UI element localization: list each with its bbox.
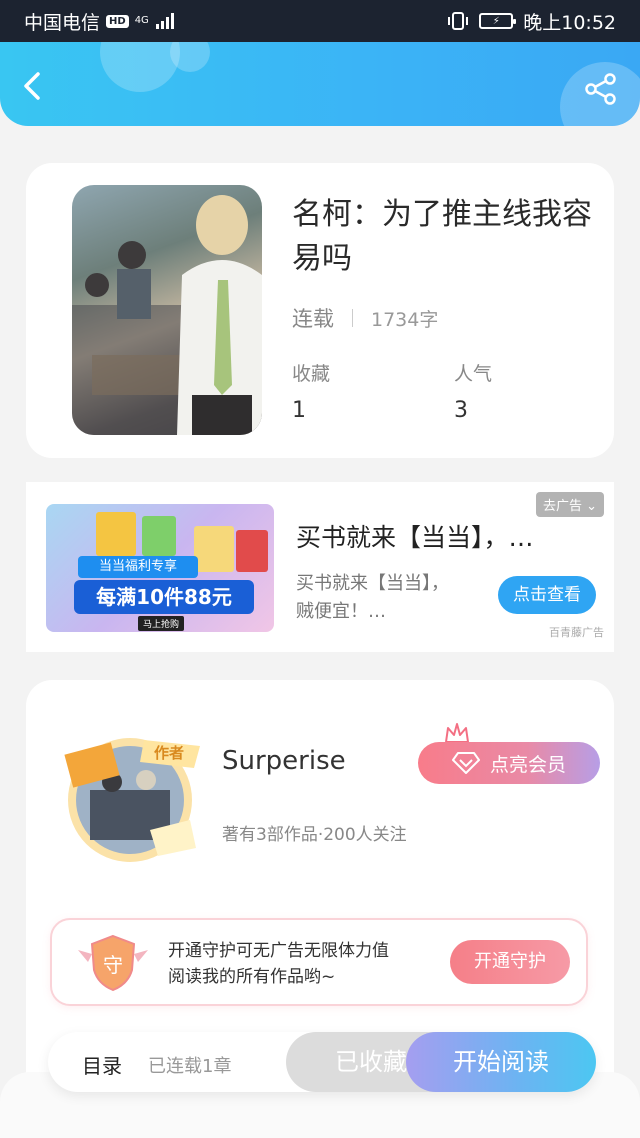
book-info-card: 名柯：为了推主线我容易吗 连载 1734字 收藏 1 人气 3 bbox=[26, 163, 614, 458]
start-reading-button[interactable]: 开始阅读 bbox=[406, 1032, 596, 1092]
guard-banner: 守 开通守护可无广告无限体力值 阅读我的所有作品哟~ 开通守护 bbox=[50, 918, 588, 1006]
stat-value: 1 bbox=[292, 398, 306, 423]
network-label: 4G bbox=[134, 15, 149, 26]
status-time: 晚上10:52 bbox=[523, 11, 616, 34]
vibrate-icon bbox=[448, 12, 469, 30]
author-badge: 作者 bbox=[154, 744, 185, 762]
author-avatar[interactable]: 作者 bbox=[50, 720, 210, 870]
stat-popularity: 人气 3 bbox=[454, 359, 492, 423]
ad-image-banner: 当当福利专享 bbox=[78, 556, 198, 578]
diamond-icon bbox=[451, 752, 480, 774]
stat-value: 3 bbox=[454, 398, 468, 423]
book-status-row: 连载 1734字 bbox=[292, 303, 438, 333]
book-cover[interactable] bbox=[72, 185, 262, 435]
guard-line-1: 开通守护可无广告无限体力值 bbox=[168, 941, 389, 961]
open-guard-button[interactable]: 开通守护 bbox=[450, 940, 570, 984]
toc-button[interactable]: 目录 bbox=[82, 1050, 122, 1079]
avatar-image bbox=[64, 738, 200, 862]
ad-image-button: 马上抢购 bbox=[138, 616, 185, 631]
word-count: 1734字 bbox=[371, 308, 439, 331]
author-meta: 著有3部作品·200人关注 bbox=[222, 825, 407, 845]
shield-icon: 守 bbox=[78, 934, 148, 992]
ad-image-promo: 每满10件88元 bbox=[74, 580, 254, 614]
back-button[interactable] bbox=[18, 70, 50, 102]
divider bbox=[352, 309, 353, 327]
book-title: 名柯：为了推主线我容易吗 bbox=[292, 197, 592, 276]
ad-title: 买书就来【当当】，… bbox=[296, 523, 534, 552]
stat-favorites: 收藏 1 bbox=[292, 359, 330, 423]
stat-label: 人气 bbox=[454, 363, 493, 385]
ad-description: 买书就来【当当】，贼便宜！… bbox=[296, 573, 449, 622]
shield-text: 守 bbox=[103, 953, 123, 977]
bottom-action-bar: 目录 已连载1章 已收藏 开始阅读 bbox=[48, 1032, 596, 1092]
guard-text: 开通守护可无广告无限体力值 阅读我的所有作品哟~ bbox=[168, 938, 389, 990]
remove-ad-label: 去广告 bbox=[542, 499, 582, 514]
ad-banner[interactable]: 当当福利专享 每满10件88元 马上抢购 买书就来【当当】，… 买书就来【当当】… bbox=[26, 482, 614, 652]
member-button-label: 点亮会员 bbox=[489, 753, 566, 776]
author-name: Surperise bbox=[222, 746, 346, 776]
signal-icon bbox=[155, 13, 174, 29]
member-button[interactable]: 点亮会员 bbox=[418, 742, 600, 784]
ad-image[interactable]: 当当福利专享 每满10件88元 马上抢购 bbox=[46, 504, 274, 632]
remove-ad-button[interactable]: 去广告 ⌄ bbox=[535, 492, 604, 517]
chevron-down-icon: ⌄ bbox=[586, 499, 597, 514]
guard-line-2: 阅读我的所有作品哟~ bbox=[168, 967, 336, 987]
status-bar: 中国电信 HD 4G ⚡ 晚上10:52 bbox=[0, 0, 640, 42]
crown-icon bbox=[445, 723, 469, 743]
serial-status: 连载 bbox=[292, 307, 334, 331]
ad-source: 百青藤广告 bbox=[549, 626, 604, 639]
carrier-label: 中国电信 bbox=[24, 11, 101, 34]
cover-illustration bbox=[72, 195, 262, 435]
chapter-count: 已连载1章 bbox=[148, 1056, 232, 1077]
share-icon[interactable] bbox=[584, 72, 618, 106]
header bbox=[0, 42, 640, 126]
stat-label: 收藏 bbox=[292, 363, 331, 385]
hd-badge: HD bbox=[106, 14, 129, 28]
view-ad-button[interactable]: 点击查看 bbox=[498, 576, 596, 614]
battery-icon: ⚡ bbox=[479, 13, 517, 29]
